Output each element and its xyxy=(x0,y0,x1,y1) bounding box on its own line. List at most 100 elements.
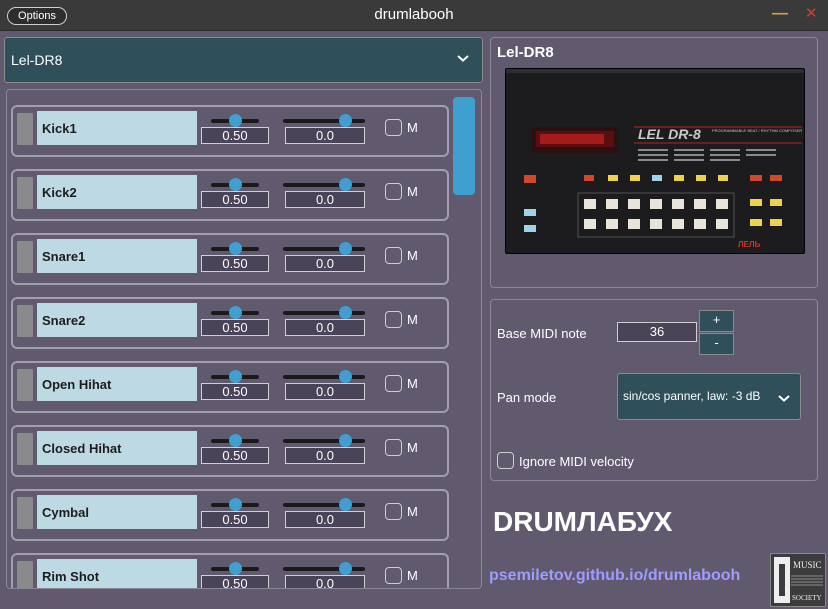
level-slider[interactable] xyxy=(211,434,259,447)
level-slider-knob[interactable] xyxy=(229,242,242,255)
level-slider-knob[interactable] xyxy=(229,306,242,319)
drum-name-field[interactable]: Rim Shot xyxy=(37,559,197,588)
level-slider-knob[interactable] xyxy=(229,370,242,383)
pan-slider-knob[interactable] xyxy=(338,562,352,575)
level-slider[interactable] xyxy=(211,242,259,255)
pan-mode-label: Pan mode xyxy=(497,390,557,405)
drum-name: Closed Hihat xyxy=(42,441,122,456)
level-value[interactable]: 0.50 xyxy=(201,383,269,400)
pan-slider-knob[interactable] xyxy=(338,242,352,255)
drum-name: Kick2 xyxy=(42,185,77,200)
level-value[interactable]: 0.50 xyxy=(201,511,269,528)
device-model: LEL DR-8 xyxy=(638,126,701,142)
instrument-title: Lel-DR8 xyxy=(497,44,554,61)
level-slider[interactable] xyxy=(211,178,259,191)
mute-checkbox[interactable] xyxy=(385,503,402,520)
level-slider[interactable] xyxy=(211,114,259,127)
drag-handle[interactable] xyxy=(17,497,33,529)
preset-dropdown[interactable]: Lel-DR8 xyxy=(4,37,483,83)
homepage-link[interactable]: psemiletov.github.io/drumlabooh xyxy=(489,567,740,585)
drum-name-field[interactable]: Cymbal xyxy=(37,495,197,529)
mute-checkbox[interactable] xyxy=(385,439,402,456)
pan-slider-knob[interactable] xyxy=(338,370,352,383)
drum-name-field[interactable]: Closed Hihat xyxy=(37,431,197,465)
level-value[interactable]: 0.50 xyxy=(201,575,269,588)
drag-handle[interactable] xyxy=(17,305,33,337)
mute-label: M xyxy=(407,248,418,263)
pan-value[interactable]: 0.0 xyxy=(285,191,365,208)
level-value[interactable]: 0.50 xyxy=(201,191,269,208)
level-value[interactable]: 0.50 xyxy=(201,255,269,272)
level-slider[interactable] xyxy=(211,498,259,511)
pan-slider-knob[interactable] xyxy=(338,434,352,447)
scrollbar-thumb[interactable] xyxy=(453,97,475,195)
pan-mode-selected: sin/cos panner, law: -3 dB xyxy=(623,389,761,403)
level-slider[interactable] xyxy=(211,370,259,383)
pan-slider-knob[interactable] xyxy=(338,498,352,511)
pan-mode-dropdown[interactable]: sin/cos panner, law: -3 dB xyxy=(617,373,801,420)
level-slider[interactable] xyxy=(211,562,259,575)
pan-slider-knob[interactable] xyxy=(338,306,352,319)
level-value[interactable]: 0.50 xyxy=(201,127,269,144)
pan-slider[interactable] xyxy=(283,242,365,255)
pan-slider-knob[interactable] xyxy=(338,114,352,127)
pan-value[interactable]: 0.0 xyxy=(285,383,365,400)
pan-slider[interactable] xyxy=(283,498,365,511)
increment-button[interactable]: + xyxy=(699,310,734,332)
pan-slider[interactable] xyxy=(283,434,365,447)
level-slider-knob[interactable] xyxy=(229,562,242,575)
pan-value[interactable]: 0.0 xyxy=(285,575,365,588)
mute-label: M xyxy=(407,184,418,199)
mute-checkbox[interactable] xyxy=(385,119,402,136)
drag-handle[interactable] xyxy=(17,177,33,209)
pan-value[interactable]: 0.0 xyxy=(285,255,365,272)
mute-label: M xyxy=(407,504,418,519)
drum-name-field[interactable]: Kick1 xyxy=(37,111,197,145)
level-slider-knob[interactable] xyxy=(229,498,242,511)
close-icon[interactable]: ✕ xyxy=(805,4,818,22)
drum-name: Snare2 xyxy=(42,313,86,328)
drum-name: Cymbal xyxy=(42,505,89,520)
drag-handle[interactable] xyxy=(17,113,33,145)
drum-name: Snare1 xyxy=(42,249,86,264)
pan-slider[interactable] xyxy=(283,562,365,575)
pan-value[interactable]: 0.0 xyxy=(285,127,365,144)
level-slider-knob[interactable] xyxy=(229,434,242,447)
level-slider-knob[interactable] xyxy=(229,114,242,127)
drag-handle[interactable] xyxy=(17,241,33,273)
drag-handle[interactable] xyxy=(17,369,33,401)
device-brand: ЛЕЛЬ xyxy=(738,240,761,249)
drum-name: Kick1 xyxy=(42,121,77,136)
mute-checkbox[interactable] xyxy=(385,311,402,328)
pan-slider[interactable] xyxy=(283,370,365,383)
mute-checkbox[interactable] xyxy=(385,567,402,584)
drum-name-field[interactable]: Open Hihat xyxy=(37,367,197,401)
mute-checkbox[interactable] xyxy=(385,183,402,200)
pan-value[interactable]: 0.0 xyxy=(285,511,365,528)
pan-slider[interactable] xyxy=(283,178,365,191)
ignore-velocity-checkbox[interactable] xyxy=(497,452,514,469)
pan-slider[interactable] xyxy=(283,306,365,319)
base-midi-input[interactable]: 36 xyxy=(617,322,697,342)
drum-name-field[interactable]: Snare1 xyxy=(37,239,197,273)
level-slider[interactable] xyxy=(211,306,259,319)
mute-checkbox[interactable] xyxy=(385,247,402,264)
level-slider-knob[interactable] xyxy=(229,178,242,191)
drum-row: Kick2 0.50 0.0 M xyxy=(11,169,449,221)
pan-slider-knob[interactable] xyxy=(338,178,352,191)
chevron-down-icon xyxy=(457,55,469,62)
level-value[interactable]: 0.50 xyxy=(201,319,269,336)
drag-handle[interactable] xyxy=(17,433,33,465)
drag-handle[interactable] xyxy=(17,561,33,588)
decrement-button[interactable]: - xyxy=(699,333,734,355)
scrollbar[interactable] xyxy=(453,96,475,584)
pan-slider[interactable] xyxy=(283,114,365,127)
minimize-icon[interactable]: — xyxy=(772,5,788,23)
pan-value[interactable]: 0.0 xyxy=(285,447,365,464)
pan-value[interactable]: 0.0 xyxy=(285,319,365,336)
mute-checkbox[interactable] xyxy=(385,375,402,392)
drum-row: Rim Shot 0.50 0.0 M xyxy=(11,553,449,588)
level-value[interactable]: 0.50 xyxy=(201,447,269,464)
drum-name-field[interactable]: Snare2 xyxy=(37,303,197,337)
drum-name-field[interactable]: Kick2 xyxy=(37,175,197,209)
